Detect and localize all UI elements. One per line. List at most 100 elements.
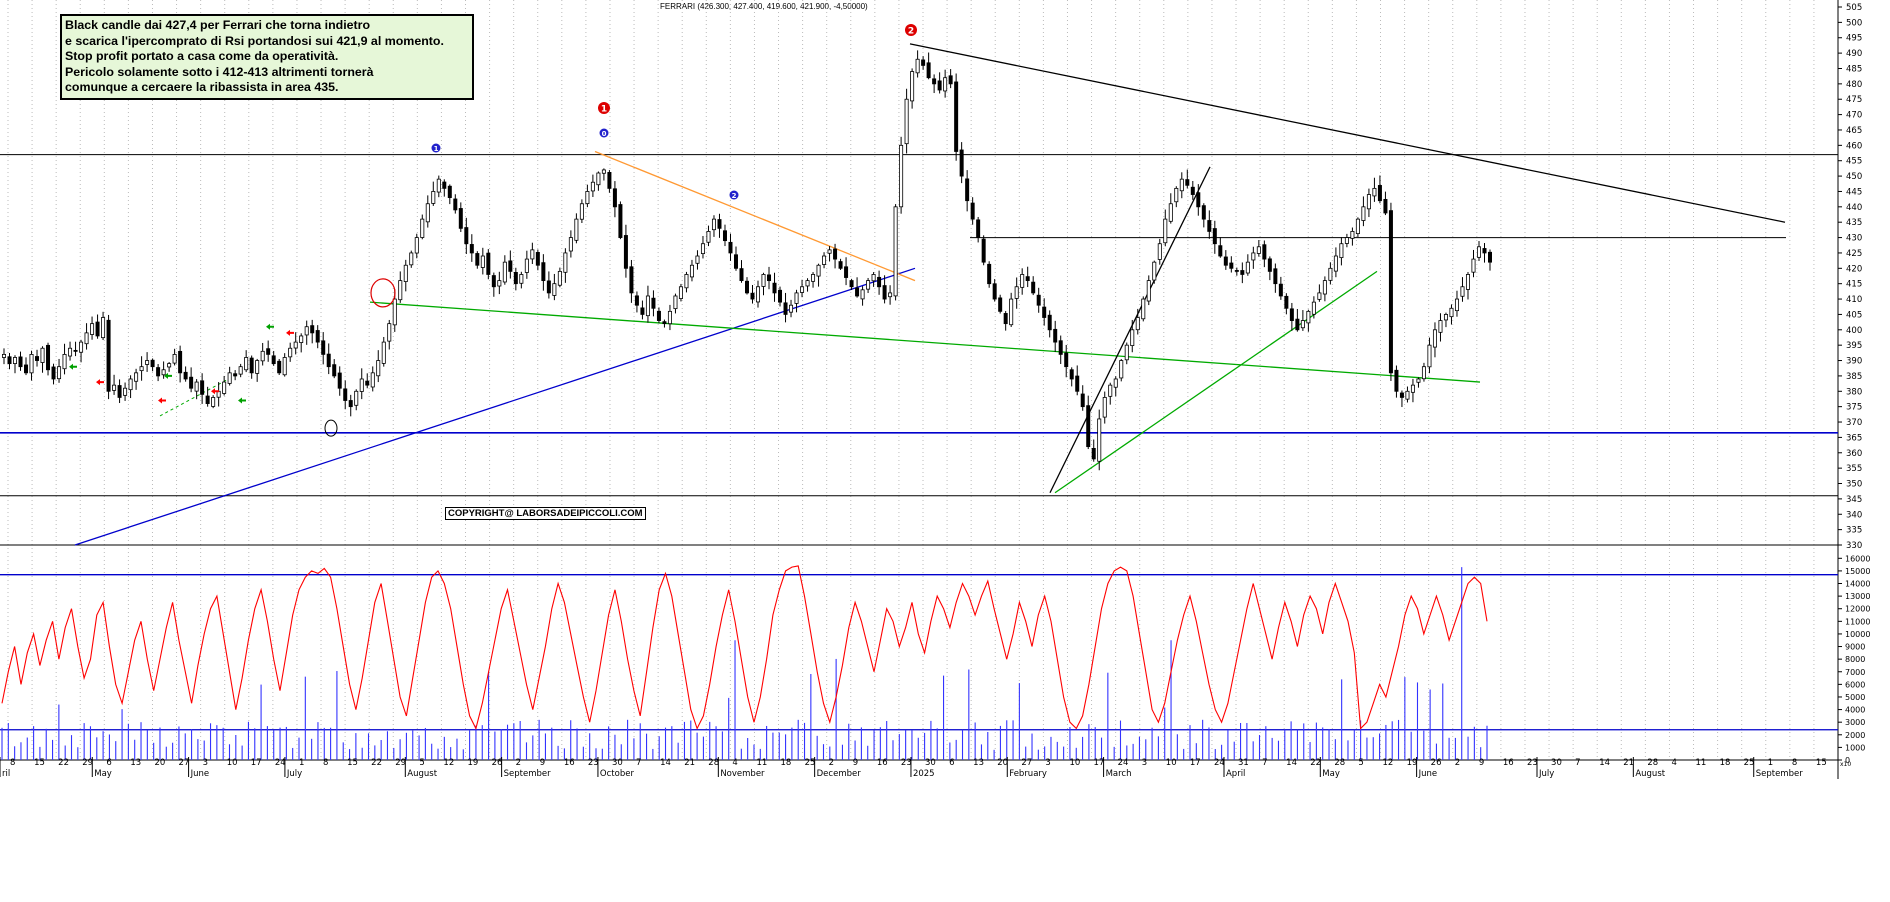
blue-uptrend-line: [74, 267, 916, 546]
candle-body: [1020, 274, 1025, 288]
candle-body: [123, 387, 128, 396]
candle-body: [337, 372, 342, 389]
candle-body: [1102, 397, 1107, 418]
candle-body: [392, 298, 397, 326]
date-tick-label: 6: [949, 758, 954, 768]
candle-body: [194, 381, 199, 392]
candle-body: [200, 380, 205, 395]
candle-body: [354, 390, 359, 406]
candle-body: [656, 310, 661, 321]
candle-body: [469, 244, 474, 254]
orange-trend-line: [594, 150, 916, 282]
date-tick-label: 6: [106, 758, 111, 768]
candle-body: [1333, 255, 1338, 272]
candle-body: [1377, 185, 1382, 202]
price-tick-label: 405: [1846, 310, 1862, 320]
date-tick-label: 28: [1334, 758, 1345, 768]
candle-body: [249, 357, 254, 374]
low-circle: [324, 419, 338, 437]
red-arrow-icon: [96, 379, 104, 386]
ferrari-chart: 3303353403453503553603653703753803853903…: [0, 0, 1870, 779]
candle-body: [1388, 210, 1393, 374]
candle-body: [1460, 286, 1465, 297]
candle-body: [1245, 261, 1250, 274]
candle-body: [992, 283, 997, 300]
price-tick-label: 475: [1846, 95, 1862, 105]
volume-tick-label: 15000: [1845, 567, 1870, 576]
month-label: July: [1538, 769, 1554, 779]
candle-body: [266, 348, 271, 355]
candle-body: [590, 181, 595, 192]
candle-body: [2, 353, 7, 358]
date-tick-label: 12: [443, 758, 454, 768]
candle-body: [387, 323, 392, 342]
date-tick-label: 17: [1094, 758, 1105, 768]
candle-body: [756, 286, 761, 303]
wave-label-text: 2: [908, 27, 914, 37]
candle-body: [326, 353, 331, 368]
date-tick-label: 26: [1431, 758, 1442, 768]
wave-label-text: 1: [601, 105, 607, 115]
volume-tick-label: 3000: [1845, 718, 1865, 727]
volume-tick-label: 14000: [1845, 580, 1870, 589]
price-tick-label: 485: [1846, 64, 1862, 74]
date-tick-label: 25: [1744, 758, 1755, 768]
green-uptrend-line: [1054, 270, 1378, 494]
date-tick-label: 9: [1479, 758, 1484, 768]
candle-body: [1190, 186, 1195, 195]
price-tick-label: 340: [1846, 510, 1862, 520]
candle-body: [1438, 320, 1443, 333]
date-tick-label: 3: [203, 758, 208, 768]
price-tick-label: 360: [1846, 449, 1862, 459]
volume-axis: 0100020003000400050006000700080009000100…: [1838, 554, 1870, 768]
candle-body: [1229, 262, 1234, 269]
candle-body: [293, 341, 298, 349]
candle-body: [161, 369, 166, 376]
candle-body: [1399, 392, 1404, 398]
green-arrow-icon: [238, 397, 246, 404]
price-tick-label: 435: [1846, 218, 1862, 228]
date-tick-label: 11: [1696, 758, 1707, 768]
candle-body: [57, 366, 62, 380]
date-tick-label: 18: [781, 758, 792, 768]
candle-body: [183, 371, 188, 380]
candle-body: [255, 360, 260, 374]
date-tick-label: 15: [347, 758, 358, 768]
candle-body: [541, 262, 546, 282]
candle-body: [1427, 344, 1432, 368]
candle-body: [68, 347, 73, 357]
date-tick-label: 1: [1768, 758, 1773, 768]
candle-body: [1482, 248, 1487, 254]
candle-body: [288, 347, 293, 358]
date-tick-label: 18: [1720, 758, 1731, 768]
date-tick-label: 26: [492, 758, 503, 768]
candle-body: [662, 321, 667, 325]
date-tick-label: 23: [901, 758, 912, 768]
candle-body: [101, 317, 106, 339]
candle-body: [508, 260, 513, 272]
candle-body: [414, 237, 419, 254]
candle-body: [855, 287, 860, 297]
candle-body: [282, 357, 287, 376]
date-tick-label: 16: [564, 758, 575, 768]
candle-body: [772, 282, 777, 294]
candle-body: [46, 344, 51, 371]
candle-body: [211, 397, 216, 407]
date-tick-label: 22: [371, 758, 382, 768]
date-tick-label: 8: [1792, 758, 1797, 768]
candle-body: [497, 280, 502, 287]
candle-body: [546, 280, 551, 294]
price-tick-label: 370: [1846, 418, 1862, 428]
candle-body: [926, 62, 931, 79]
candle-body: [1471, 258, 1476, 273]
candle-body: [172, 353, 177, 364]
candle-body: [750, 292, 755, 300]
candle-body: [1141, 298, 1146, 320]
candle-body: [128, 378, 133, 391]
candle-body: [1047, 314, 1052, 331]
candle-body: [1157, 243, 1162, 260]
date-tick-label: 21: [1623, 758, 1634, 768]
candle-body: [1113, 378, 1118, 388]
candle-body: [62, 353, 67, 370]
date-tick-label: 4: [1671, 758, 1676, 768]
